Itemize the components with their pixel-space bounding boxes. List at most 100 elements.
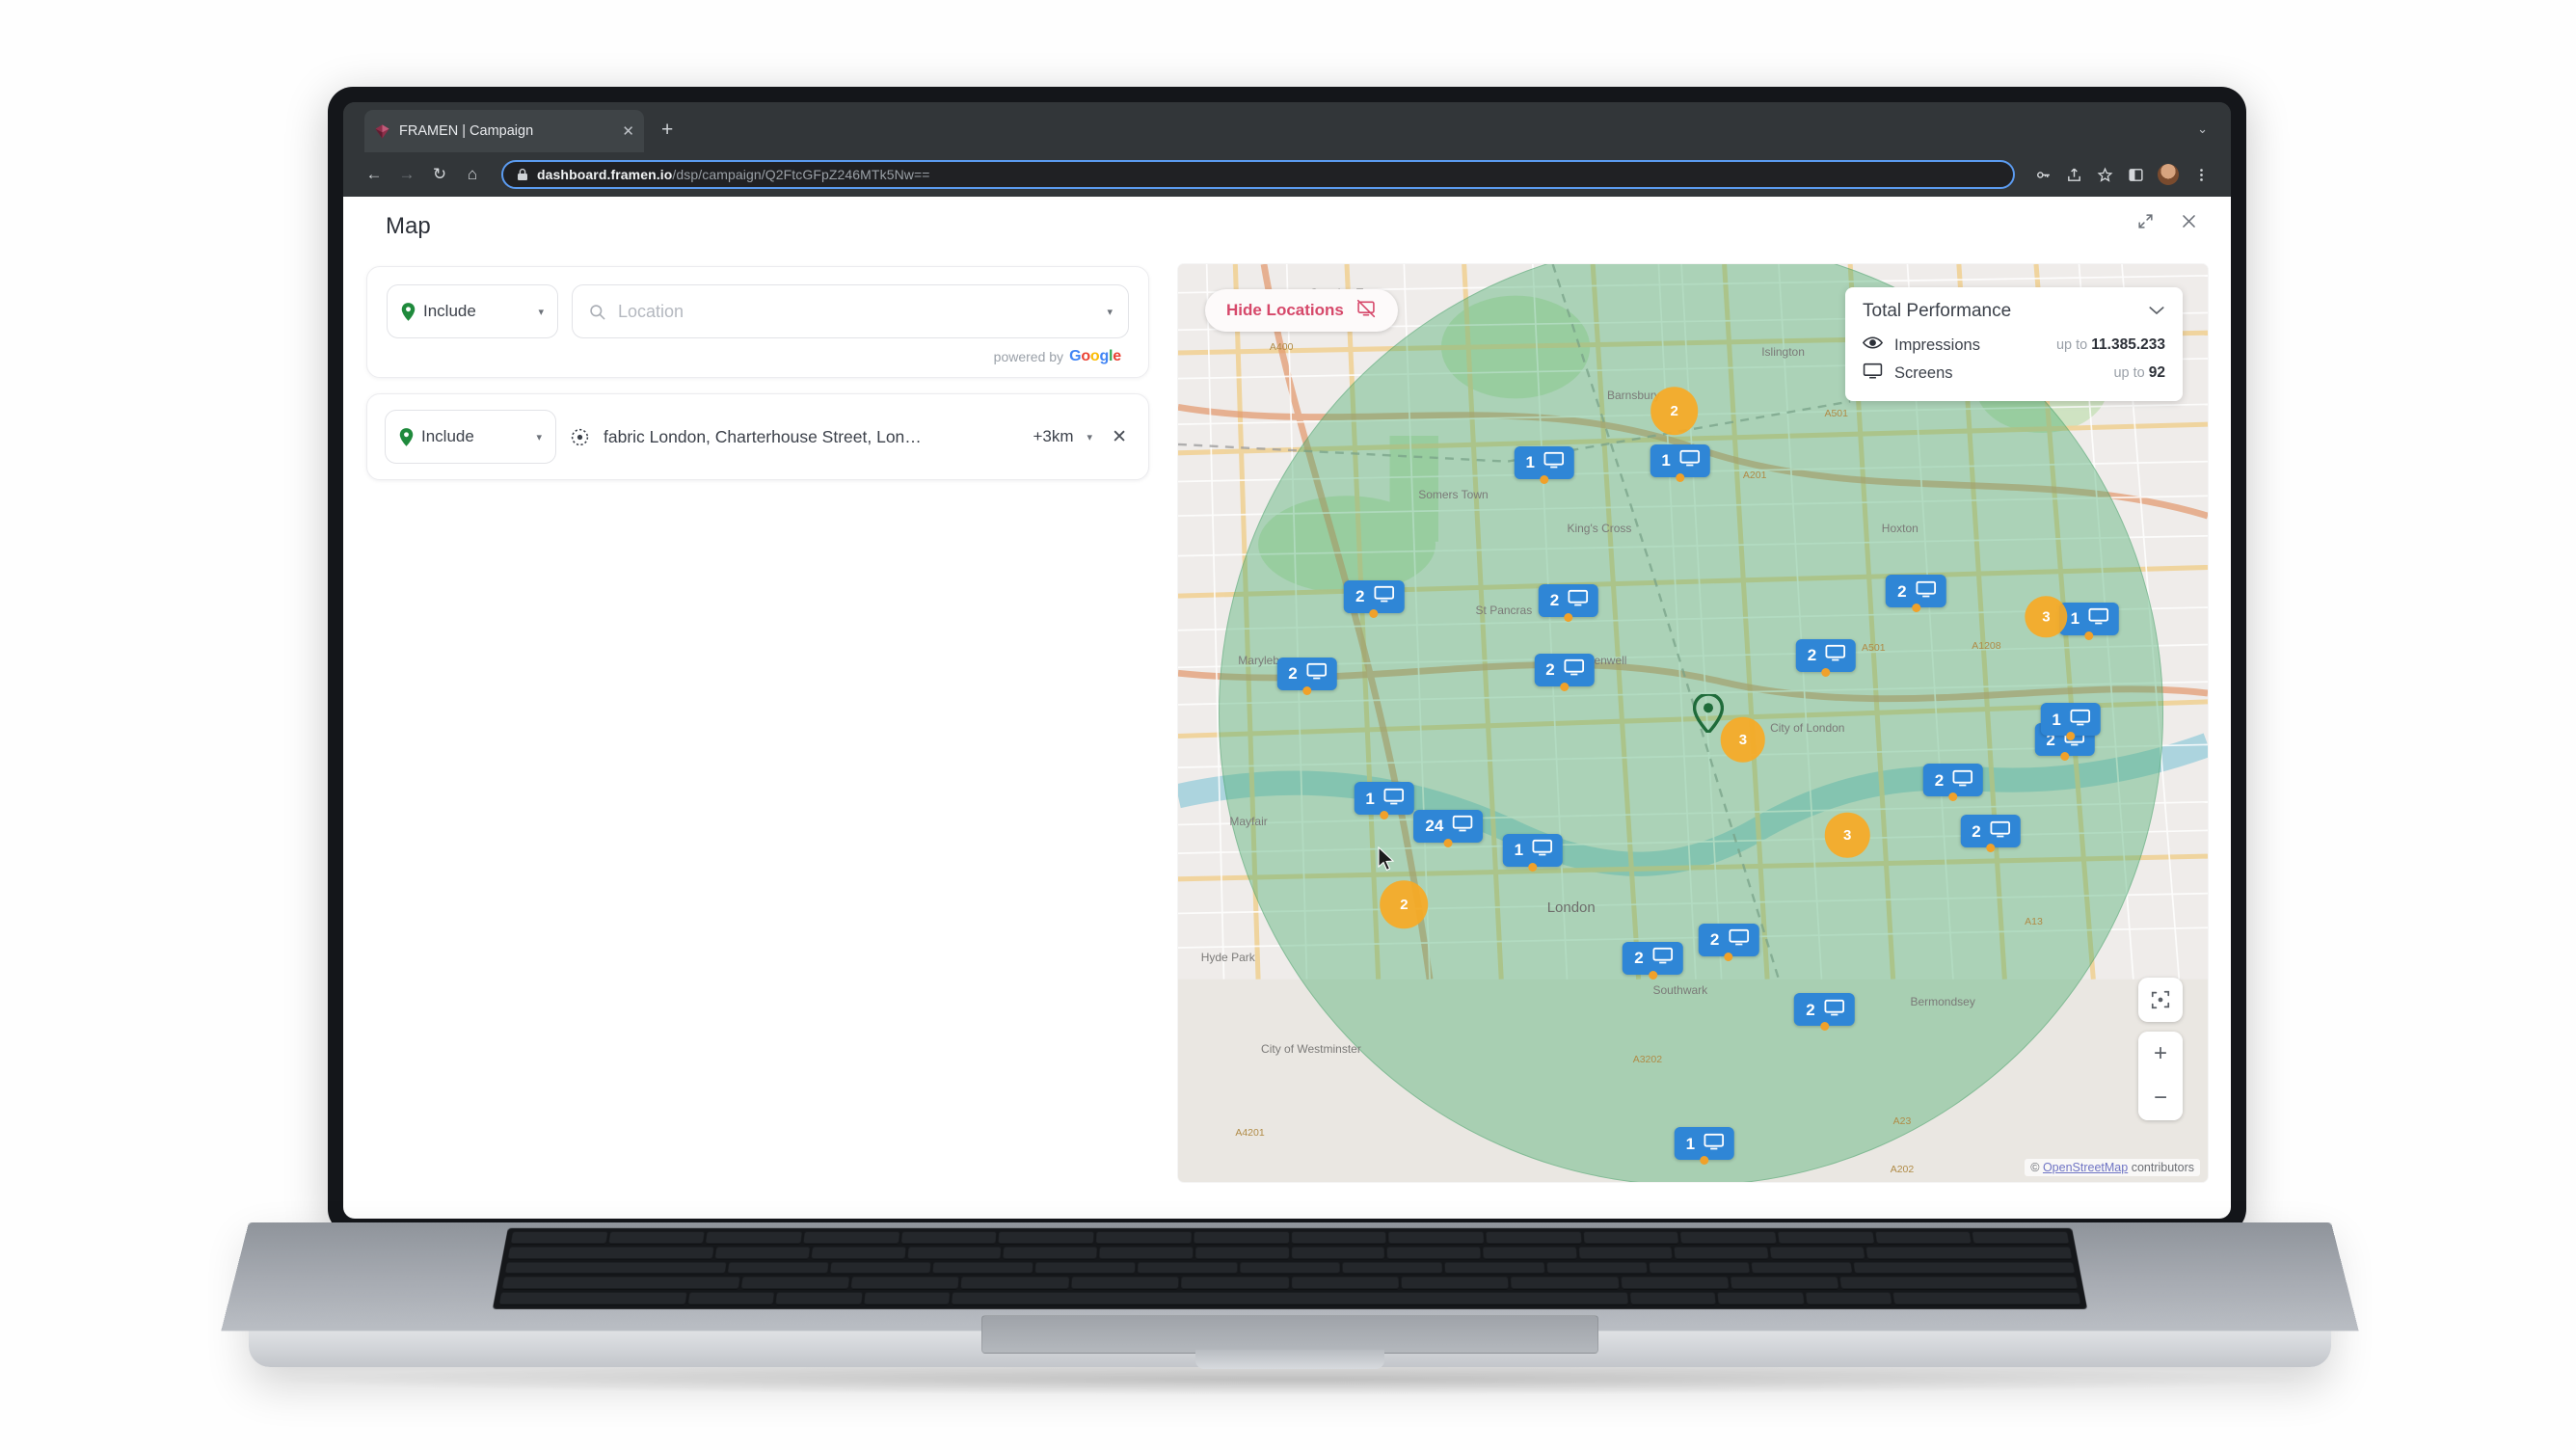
forward-button[interactable]: → — [393, 161, 420, 188]
impressions-label: Impressions — [1894, 336, 2045, 355]
screen-count-marker[interactable]: 2 — [1699, 924, 1758, 956]
marker-anchor-dot — [1564, 613, 1572, 622]
key-icon[interactable] — [2030, 162, 2055, 187]
chevron-down-icon[interactable] — [2148, 301, 2165, 322]
cluster-marker[interactable]: 2 — [1650, 388, 1699, 436]
marker-anchor-dot — [2060, 752, 2069, 761]
share-icon[interactable] — [2061, 162, 2086, 187]
zoom-in-button[interactable]: + — [2138, 1032, 2183, 1076]
performance-row-screens: Screens up to 92 — [1863, 359, 2165, 388]
screen-count-value: 1 — [1661, 452, 1670, 469]
new-tab-button[interactable]: + — [661, 120, 673, 140]
selected-location-include-select[interactable]: Include ▾ — [385, 410, 556, 464]
screen-count-marker[interactable]: 1 — [1675, 1127, 1734, 1160]
map-canvas[interactable]: Camden TownIslingtonBarnsburySomers Town… — [1178, 264, 2208, 1182]
screen-count-marker[interactable]: 2 — [1886, 575, 1945, 607]
screen-count-marker[interactable]: 2 — [1534, 654, 1594, 686]
map-attribution: © OpenStreetMap contributors — [2025, 1159, 2200, 1176]
chrome-menu-icon[interactable] — [2188, 162, 2214, 187]
selected-location-card: Include ▾ fabric London, Charterh — [366, 393, 1149, 480]
screen-icon — [1306, 662, 1328, 685]
screen-count-value: 1 — [1515, 842, 1523, 858]
keyboard-key — [1583, 1232, 1678, 1245]
keyboard-key — [1388, 1232, 1484, 1245]
screen-count-marker[interactable]: 2 — [1276, 658, 1336, 690]
back-button[interactable]: ← — [361, 161, 388, 188]
zoom-out-button[interactable]: − — [2138, 1076, 2183, 1120]
include-exclude-select[interactable]: Include ▾ — [387, 284, 558, 338]
map-label: City of Westminster — [1261, 1042, 1361, 1056]
profile-avatar[interactable] — [2158, 164, 2179, 185]
home-button[interactable]: ⌂ — [459, 161, 486, 188]
collapse-icon[interactable] — [2136, 212, 2155, 235]
cluster-marker[interactable]: 3 — [1721, 717, 1766, 763]
screen-count-marker[interactable]: 1 — [1503, 834, 1563, 867]
browser-tab[interactable]: FRAMEN | Campaign ✕ — [364, 110, 644, 152]
keyboard-key — [1875, 1232, 1972, 1245]
tab-list-chevron-icon[interactable]: ⌄ — [2197, 121, 2208, 137]
screen-count-marker[interactable]: 2 — [1344, 580, 1404, 613]
remove-location-button[interactable]: ✕ — [1106, 426, 1127, 448]
search-chevron-down-icon[interactable]: ▾ — [1107, 306, 1113, 318]
total-performance-header[interactable]: Total Performance — [1863, 301, 2165, 332]
openstreetmap-link[interactable]: OpenStreetMap — [2043, 1161, 2128, 1174]
keyboard-key — [1718, 1293, 1804, 1305]
search-icon — [588, 303, 606, 321]
url-path: /dsp/campaign/Q2FtcGFpZ246MTk5Nw== — [672, 167, 929, 182]
tab-close-button[interactable]: ✕ — [622, 124, 634, 139]
target-dotted-icon — [570, 427, 590, 447]
lock-icon — [517, 168, 528, 181]
keyboard-key — [864, 1293, 950, 1305]
keyboard-key — [1680, 1232, 1776, 1245]
reload-button[interactable]: ↻ — [426, 161, 453, 188]
keyboard-key — [1752, 1262, 1853, 1275]
screen-count-marker[interactable]: 2 — [1539, 584, 1598, 617]
bookmark-star-icon[interactable] — [2092, 162, 2117, 187]
close-icon[interactable] — [2180, 212, 2198, 235]
screen-count-marker[interactable]: 1 — [2040, 703, 2100, 736]
selected-location-radius[interactable]: +3km — [1033, 427, 1074, 446]
selected-location-details: fabric London, Charterhouse Street, Lon…… — [570, 426, 1131, 448]
marker-anchor-dot — [1676, 473, 1684, 482]
hide-locations-button[interactable]: Hide Locations — [1205, 289, 1398, 332]
screen-icon — [1728, 928, 1749, 951]
cluster-marker[interactable]: 2 — [1381, 881, 1429, 929]
screen-count-marker[interactable]: 1 — [1354, 782, 1413, 815]
screen-count-marker[interactable]: 1 — [1514, 446, 1573, 479]
keyboard-key — [740, 1277, 849, 1290]
keyboard-key — [511, 1232, 607, 1245]
keyboard-row — [505, 1262, 2075, 1275]
screen-count-marker[interactable]: 2 — [1794, 993, 1854, 1026]
marker-anchor-dot — [1821, 668, 1830, 677]
location-search-box[interactable]: ▾ — [572, 284, 1129, 338]
side-panel-icon[interactable] — [2123, 162, 2148, 187]
locate-icon[interactable] — [2138, 978, 2183, 1022]
screen-icon — [2088, 607, 2109, 630]
screen-count-marker[interactable]: 2 — [1923, 764, 1983, 796]
selected-location-row: Include ▾ fabric London, Charterh — [385, 410, 1131, 464]
center-location-pin[interactable] — [1693, 694, 1724, 738]
screen-count-value: 2 — [1288, 665, 1297, 682]
search-input[interactable] — [618, 302, 1095, 322]
keyboard-key — [1621, 1277, 1729, 1290]
trackpad[interactable] — [981, 1315, 1598, 1354]
cluster-marker[interactable]: 3 — [1825, 813, 1870, 858]
screen-count-marker[interactable]: 24 — [1413, 810, 1483, 843]
screen-count-marker[interactable]: 1 — [1650, 444, 1709, 477]
keyboard-key — [508, 1247, 714, 1259]
keyboard-key — [961, 1277, 1069, 1290]
address-bar[interactable]: dashboard.framen.io/dsp/campaign/Q2FtcGF… — [501, 160, 2015, 189]
radius-chevron-down-icon[interactable]: ▾ — [1087, 431, 1093, 443]
keyboard-key — [1486, 1232, 1581, 1245]
keyboard-key — [1865, 1247, 2072, 1259]
screen-count-marker[interactable]: 2 — [1796, 639, 1856, 672]
framen-logo-icon — [374, 123, 390, 140]
attribution-suffix: contributors — [2132, 1161, 2194, 1174]
screen-count-marker[interactable]: 2 — [1623, 942, 1682, 975]
screen-count-marker[interactable]: 2 — [1960, 815, 2020, 847]
zoom-controls: + − — [2138, 1032, 2183, 1120]
keyboard-key — [1511, 1277, 1619, 1290]
screen-count-marker[interactable]: 1 — [2059, 603, 2119, 635]
map-label: Southwark — [1652, 983, 1707, 997]
marker-anchor-dot — [1948, 792, 1957, 801]
